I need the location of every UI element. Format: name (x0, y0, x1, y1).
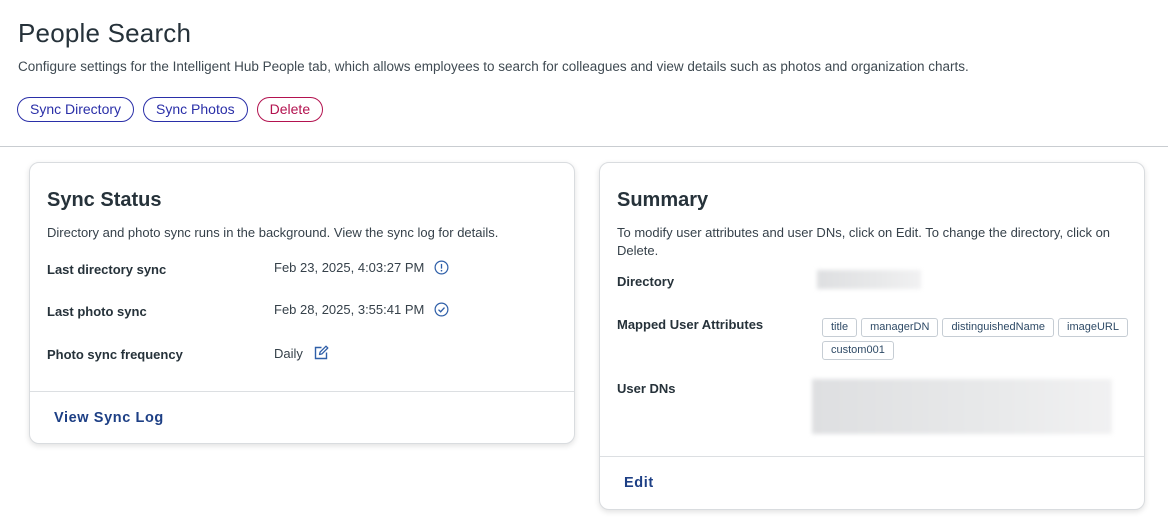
delete-button[interactable]: Delete (256, 97, 324, 122)
attribute-tag: managerDN (861, 318, 939, 337)
edit-link[interactable]: Edit (624, 475, 654, 491)
photo-sync-frequency-value: Daily (274, 345, 329, 361)
last-photo-sync-value: Feb 28, 2025, 3:55:41 PM (274, 302, 449, 317)
sync-photos-button[interactable]: Sync Photos (143, 97, 248, 122)
info-circle-icon[interactable] (434, 260, 449, 275)
header-divider (0, 146, 1168, 147)
page-title: People Search (18, 18, 192, 48)
view-sync-log-link[interactable]: View Sync Log (54, 410, 164, 426)
sync-directory-button[interactable]: Sync Directory (17, 97, 135, 122)
mapped-user-attributes-label: Mapped User Attributes (617, 317, 764, 332)
last-directory-sync-text: Feb 23, 2025, 4:03:27 PM (274, 260, 425, 275)
summary-card: Summary To modify user attributes and us… (599, 162, 1145, 510)
summary-description: To modify user attributes and user DNs, … (617, 225, 1111, 258)
check-circle-icon (434, 302, 449, 317)
last-photo-sync-label: Last photo sync (47, 304, 147, 319)
directory-label: Directory (617, 274, 675, 289)
user-dns-value-redacted (812, 379, 1112, 434)
photo-sync-frequency-text: Daily (274, 345, 303, 361)
page-description: Configure settings for the Intelligent H… (18, 59, 969, 74)
attribute-tag: title (822, 318, 858, 337)
edit-icon[interactable] (313, 345, 329, 361)
summary-title: Summary (617, 189, 709, 211)
sync-status-title: Sync Status (47, 189, 162, 211)
sync-status-description: Directory and photo sync runs in the bac… (47, 225, 499, 240)
summary-card-divider (600, 456, 1144, 457)
sync-card-divider (30, 391, 574, 392)
photo-sync-frequency-label: Photo sync frequency (47, 347, 183, 362)
last-directory-sync-value: Feb 23, 2025, 4:03:27 PM (274, 260, 449, 275)
user-dns-label: User DNs (617, 381, 676, 396)
action-bar: Sync Directory Sync Photos Delete (17, 97, 324, 122)
last-photo-sync-text: Feb 28, 2025, 3:55:41 PM (274, 302, 425, 317)
attribute-tags: title managerDN distinguishedName imageU… (822, 318, 1142, 360)
attribute-tag: imageURL (1058, 318, 1128, 337)
last-directory-sync-label: Last directory sync (47, 262, 167, 277)
attribute-tag: distinguishedName (942, 318, 1054, 337)
directory-value-redacted (817, 270, 921, 289)
attribute-tag: custom001 (822, 341, 894, 360)
sync-status-card: Sync Status Directory and photo sync run… (29, 162, 575, 444)
